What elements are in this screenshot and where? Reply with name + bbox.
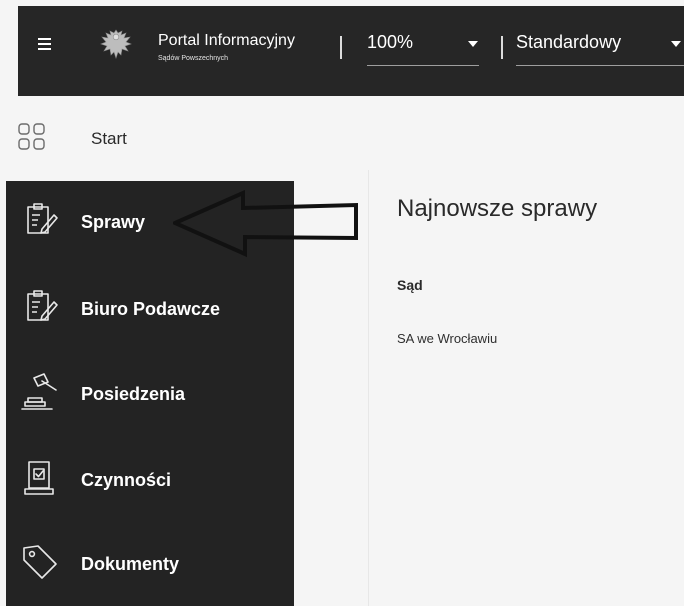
contrast-value: Standardowy [516, 32, 622, 52]
portal-subtitle: Sądów Powszechnych [158, 55, 229, 62]
top-bar: Portal Informacyjny Sądów Powszechnych 1… [18, 6, 684, 96]
sidebar-item-label: Sprawy [81, 212, 146, 232]
contrast-select-underline [516, 65, 684, 66]
page-title: Najnowsze sprawy [397, 195, 598, 222]
gavel-icon [21, 373, 57, 410]
hamburger-menu-icon[interactable] [34, 33, 56, 55]
sidebar-item-czynnosci[interactable]: Czynności [6, 443, 294, 517]
grid-icon [18, 123, 45, 150]
zoom-value: 100% [367, 32, 414, 52]
header-divider [340, 36, 342, 59]
table-cell[interactable]: SA we Wrocławiu [397, 331, 497, 346]
sidebar-item-label: Czynności [81, 470, 172, 490]
sidebar-item-biuro-podawcze[interactable]: Biuro Podawcze [6, 272, 294, 346]
clipboard-pen-icon [27, 203, 58, 234]
chevron-down-icon [671, 41, 681, 47]
checked-document-icon [24, 461, 54, 495]
contrast-select[interactable]: Standardowy [516, 32, 684, 66]
header-divider [501, 36, 503, 59]
sidebar-item-label: Posiedzenia [81, 384, 186, 404]
sidebar-item-posiedzenia[interactable]: Posiedzenia [6, 357, 294, 431]
table-column-header: Sąd [397, 277, 423, 293]
nav-item-start[interactable]: Start [0, 112, 300, 164]
chevron-down-icon [468, 41, 478, 47]
nav-item-label: Start [91, 129, 127, 148]
outline-arrow-left-icon [173, 190, 358, 258]
zoom-select[interactable]: 100% [367, 32, 479, 66]
sidebar-item-label: Dokumenty [81, 554, 180, 574]
portal-title[interactable]: Portal Informacyjny [158, 32, 295, 50]
sidebar-item-label: Biuro Podawcze [81, 299, 221, 319]
eagle-emblem-icon[interactable] [99, 27, 133, 61]
tag-icon [23, 545, 57, 579]
sidebar-item-dokumenty[interactable]: Dokumenty [6, 527, 294, 601]
clipboard-pen-icon [27, 290, 58, 321]
zoom-select-underline [367, 65, 479, 66]
content-divider [368, 170, 369, 606]
portal-page: Portal Informacyjny Sądów Powszechnych 1… [0, 0, 684, 606]
